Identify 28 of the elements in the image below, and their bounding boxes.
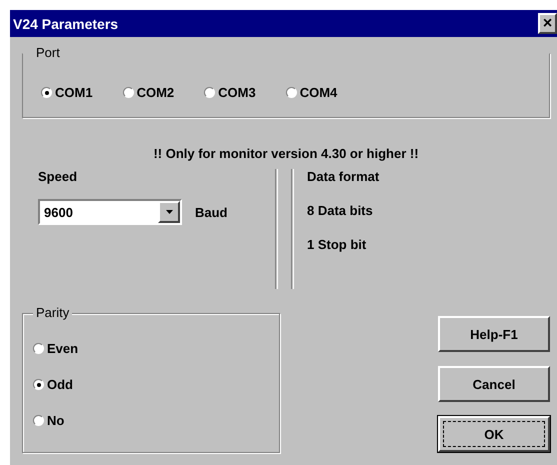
radio-label: COM2 <box>136 85 174 100</box>
unit-label: Baud <box>195 204 228 220</box>
radio-button[interactable] <box>204 87 216 98</box>
version-note: !! Only for monitor version 4.30 or higher !! <box>152 146 420 161</box>
group-label: Parity <box>33 305 72 320</box>
dialog-button[interactable]: Help-F1 <box>438 316 550 352</box>
data-format-text: 8 Data bits <box>307 203 374 218</box>
radio-label: COM4 <box>300 85 338 100</box>
radio-button[interactable] <box>122 87 134 98</box>
data-format-label: Data format <box>307 169 380 184</box>
radio-button[interactable] <box>33 379 44 390</box>
radio-button[interactable] <box>286 87 297 98</box>
window-title: V24 Parameters <box>13 16 118 32</box>
radio-button[interactable] <box>33 415 44 426</box>
radio-button[interactable] <box>33 343 44 354</box>
close-button[interactable]: × <box>538 13 557 34</box>
speed-dropdown[interactable]: 9600 <box>38 199 182 225</box>
radio-label: Odd <box>47 377 73 392</box>
caret-icon <box>166 210 172 214</box>
radio-label: Even <box>47 341 78 356</box>
radio-label: No <box>47 413 64 428</box>
speed-label: Speed <box>38 169 78 184</box>
dialog-button[interactable]: Cancel <box>438 366 550 402</box>
dialog-button[interactable]: OK <box>438 416 550 452</box>
radio-button[interactable] <box>41 87 52 98</box>
data-format-text: 1 Stop bit <box>307 237 368 252</box>
radio-label: COM1 <box>55 85 93 100</box>
radio-label: COM3 <box>218 85 256 100</box>
